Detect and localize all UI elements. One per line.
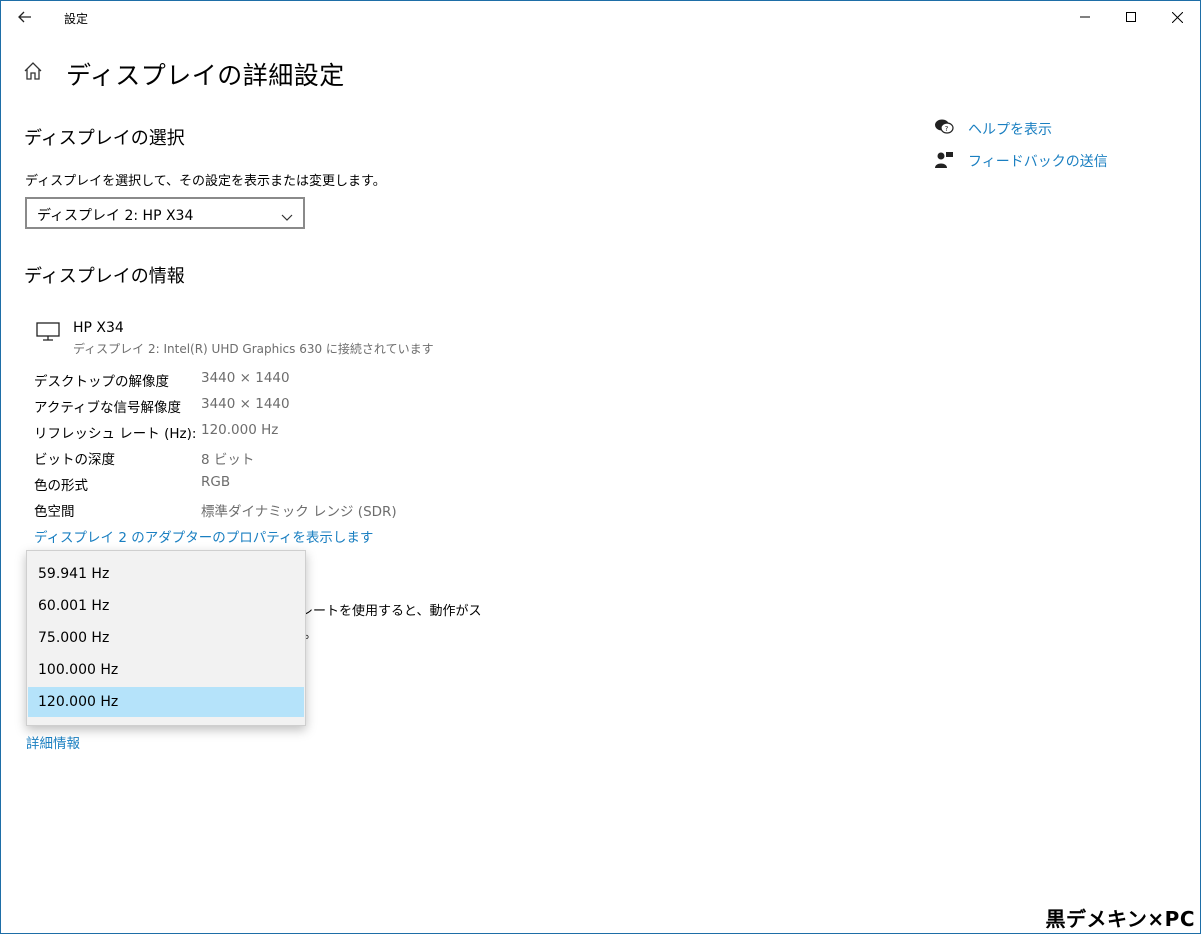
more-info-link[interactable]: 詳細情報 — [26, 732, 80, 752]
watermark-text: 黒デメキン×PC — [1045, 907, 1195, 931]
monitor-connection: ディスプレイ 2: Intel(R) UHD Graphics 630 に接続さ… — [73, 342, 434, 356]
help-chat-icon: ? — [934, 118, 954, 136]
svg-text:?: ? — [945, 125, 949, 133]
info-label: デスクトップの解像度 — [34, 374, 169, 390]
monitor-icon — [36, 322, 62, 344]
refresh-rate-dropdown-list[interactable]: 59.941 Hz 60.001 Hz 75.000 Hz 100.000 Hz… — [26, 550, 306, 726]
refresh-description-fragment: レートを使用すると、動作がス — [300, 604, 482, 619]
display-select-heading: ディスプレイの選択 — [24, 128, 185, 149]
info-value: 120.000 Hz — [201, 422, 279, 438]
refresh-rate-option[interactable]: 59.941 Hz — [28, 559, 304, 589]
info-value: RGB — [201, 474, 231, 490]
info-label: ビットの深度 — [34, 452, 115, 468]
back-arrow-icon[interactable] — [10, 4, 40, 30]
help-link[interactable]: ヘルプを表示 — [968, 119, 1052, 139]
home-icon[interactable] — [22, 60, 48, 88]
info-value: 3440 × 1440 — [201, 370, 290, 386]
refresh-rate-option-selected[interactable]: 120.000 Hz — [28, 687, 304, 717]
monitor-name: HP X34 — [73, 320, 124, 336]
adapter-properties-link[interactable]: ディスプレイ 2 のアダプターのプロパティを表示します — [34, 526, 373, 546]
display-select-description: ディスプレイを選択して、その設定を表示または変更します。 — [25, 174, 386, 189]
close-icon[interactable] — [1154, 2, 1200, 32]
maximize-icon[interactable] — [1108, 2, 1154, 32]
minimize-icon[interactable] — [1062, 2, 1108, 32]
info-value: 3440 × 1440 — [201, 396, 290, 412]
chevron-down-icon — [281, 207, 293, 226]
page-title: ディスプレイの詳細設定 — [66, 61, 345, 90]
feedback-person-icon — [934, 150, 954, 170]
info-label: リフレッシュ レート (Hz): — [34, 426, 197, 442]
info-value: 標準ダイナミック レンジ (SDR) — [201, 504, 397, 520]
display-info-heading: ディスプレイの情報 — [24, 266, 185, 287]
info-label: 色空間 — [34, 504, 75, 520]
refresh-rate-option[interactable]: 75.000 Hz — [28, 623, 304, 653]
info-value: 8 ビット — [201, 452, 255, 468]
info-label: アクティブな信号解像度 — [34, 400, 182, 416]
app-title: 設定 — [64, 12, 89, 26]
refresh-rate-option[interactable]: 60.001 Hz — [28, 591, 304, 621]
refresh-rate-option[interactable]: 100.000 Hz — [28, 655, 304, 685]
display-select-dropdown[interactable]: ディスプレイ 2: HP X34 — [25, 197, 305, 229]
display-select-value: ディスプレイ 2: HP X34 — [37, 208, 194, 224]
info-label: 色の形式 — [34, 478, 88, 494]
feedback-link[interactable]: フィードバックの送信 — [968, 151, 1108, 171]
